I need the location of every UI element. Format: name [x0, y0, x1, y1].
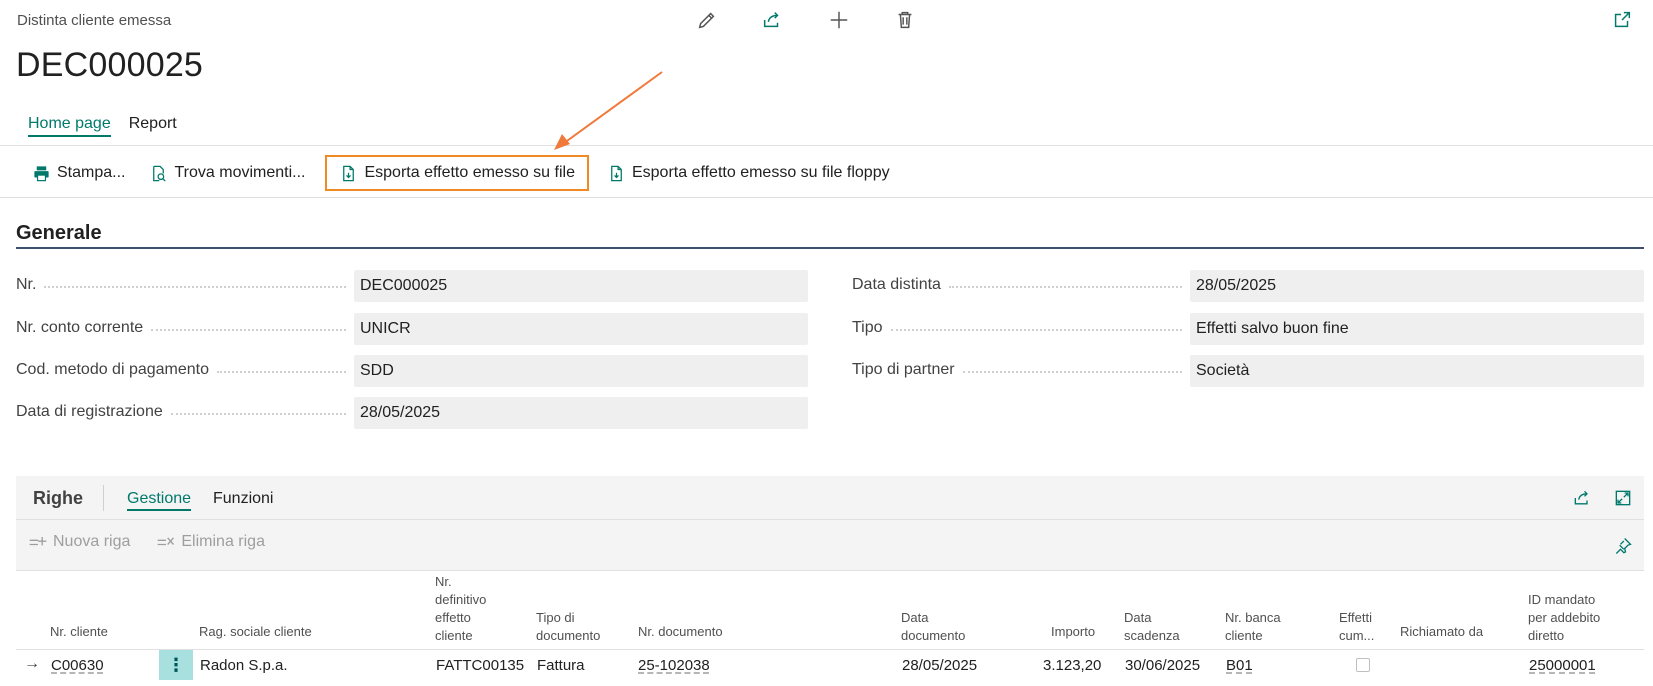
new-line-button[interactable]: Nuova riga	[28, 533, 130, 551]
field-value-nr[interactable]: DEC000025	[354, 270, 808, 302]
share-icon[interactable]	[760, 8, 784, 32]
annotation-arrow	[554, 71, 663, 150]
export-file-button[interactable]: Esporta effetto emesso su file	[325, 155, 589, 191]
field-value-partner-type[interactable]: Società	[1190, 355, 1644, 387]
add-icon[interactable]	[827, 8, 851, 32]
field-label-bank-account: Nr. conto corrente	[16, 319, 354, 337]
open-new-window-icon[interactable]	[1610, 8, 1634, 32]
header-row-divider	[16, 649, 1644, 650]
tabs-divider	[0, 145, 1653, 146]
printer-icon	[34, 165, 49, 181]
export-file-label: Esporta effetto emesso su file	[364, 164, 575, 181]
export-floppy-label: Esporta effetto emesso su file floppy	[631, 164, 890, 181]
pin-icon[interactable]	[1613, 536, 1633, 561]
col-customer-name[interactable]: Rag. sociale cliente	[199, 623, 312, 641]
field-label-partner-type: Tipo di partner	[852, 361, 1190, 379]
col-due-date[interactable]: Data scadenza	[1124, 609, 1180, 645]
find-entries-button[interactable]: Trova movimenti...	[137, 155, 317, 191]
lines-title: Righe	[33, 488, 84, 508]
new-line-label: Nuova riga	[53, 533, 131, 550]
delete-line-button[interactable]: Elimina riga	[156, 533, 265, 551]
field-label-posting-date: Data di registrazione	[16, 403, 354, 421]
cell-customer-name[interactable]: Radon S.p.a.	[200, 657, 288, 674]
cell-cumulative-checkbox[interactable]	[1356, 658, 1370, 672]
export-file-icon	[343, 165, 355, 181]
cell-final-bill-no[interactable]: FATTC00135	[436, 657, 524, 674]
tab-gestione[interactable]: Gestione	[127, 490, 192, 511]
field-label-type: Tipo	[852, 319, 1190, 337]
row-menu-button[interactable]: ⋮	[159, 650, 193, 680]
lines-actions: Nuova riga Elimina riga	[28, 533, 265, 551]
field-label-list-date: Data distinta	[852, 276, 1190, 294]
row-arrow-icon: →	[24, 655, 40, 672]
col-doc-type[interactable]: Tipo di documento	[536, 609, 600, 645]
section-title-general: Generale	[16, 222, 102, 244]
action-tabs: Home page Report	[28, 115, 177, 137]
section-underline	[16, 247, 1644, 249]
field-value-type[interactable]: Effetti salvo buon fine	[1190, 313, 1644, 345]
export-floppy-button[interactable]: Esporta effetto emesso su file floppy	[595, 155, 902, 191]
cell-doc-date[interactable]: 28/05/2025	[902, 657, 977, 674]
action-bar-divider	[0, 197, 1653, 198]
col-amount[interactable]: Importo	[1051, 623, 1095, 641]
cell-mandate-id[interactable]: 25000001	[1529, 657, 1596, 674]
find-document-icon	[153, 165, 167, 181]
page-title: DEC000025	[16, 46, 204, 84]
field-value-bank-account[interactable]: UNICR	[354, 313, 808, 345]
print-label: Stampa...	[57, 164, 126, 181]
field-label-nr: Nr.	[16, 276, 354, 294]
cell-due-date[interactable]: 30/06/2025	[1125, 657, 1200, 674]
col-bank-no[interactable]: Nr. banca cliente	[1225, 609, 1281, 645]
col-cumulative[interactable]: Effetti cum...	[1339, 609, 1374, 645]
cell-customer-no[interactable]: C00630	[51, 657, 104, 674]
delete-line-icon	[158, 537, 175, 546]
cell-amount[interactable]: 3.123,20	[1043, 657, 1101, 674]
new-line-icon	[29, 537, 47, 546]
edit-icon[interactable]	[695, 8, 719, 32]
lines-share-icon[interactable]	[1572, 488, 1592, 513]
field-value-payment-method[interactable]: SDD	[354, 355, 808, 387]
field-label-payment-method: Cod. metodo di pagamento	[16, 361, 354, 379]
delete-line-label: Elimina riga	[181, 533, 265, 550]
page-caption: Distinta cliente emessa	[17, 12, 172, 29]
col-customer-no[interactable]: Nr. cliente	[50, 623, 108, 641]
cell-doc-type[interactable]: Fattura	[537, 657, 585, 674]
lines-expand-icon[interactable]	[1613, 488, 1633, 513]
col-doc-no[interactable]: Nr. documento	[638, 623, 723, 641]
print-button[interactable]: Stampa...	[20, 155, 137, 191]
col-final-bill-no[interactable]: Nr. definitivo effetto cliente	[435, 573, 486, 645]
tab-funzioni[interactable]: Funzioni	[213, 490, 273, 508]
find-entries-label: Trova movimenti...	[174, 164, 306, 181]
tab-report[interactable]: Report	[129, 115, 177, 137]
lines-header-separator	[103, 485, 104, 511]
cell-bank-no[interactable]: B01	[1226, 657, 1253, 674]
field-value-posting-date[interactable]: 28/05/2025	[354, 397, 808, 429]
delete-icon[interactable]	[893, 8, 917, 32]
tab-home-page[interactable]: Home page	[28, 115, 111, 137]
col-recalled-by[interactable]: Richiamato da	[1400, 623, 1483, 641]
col-doc-date[interactable]: Data documento	[901, 609, 965, 645]
export-floppy-icon	[611, 165, 622, 181]
field-value-list-date[interactable]: 28/05/2025	[1190, 270, 1644, 302]
col-mandate-id[interactable]: ID mandato per addebito diretto	[1528, 591, 1600, 645]
cell-doc-no[interactable]: 25-102038	[638, 657, 710, 674]
action-bar: Stampa... Trova movimenti... Esporta eff…	[20, 154, 902, 192]
